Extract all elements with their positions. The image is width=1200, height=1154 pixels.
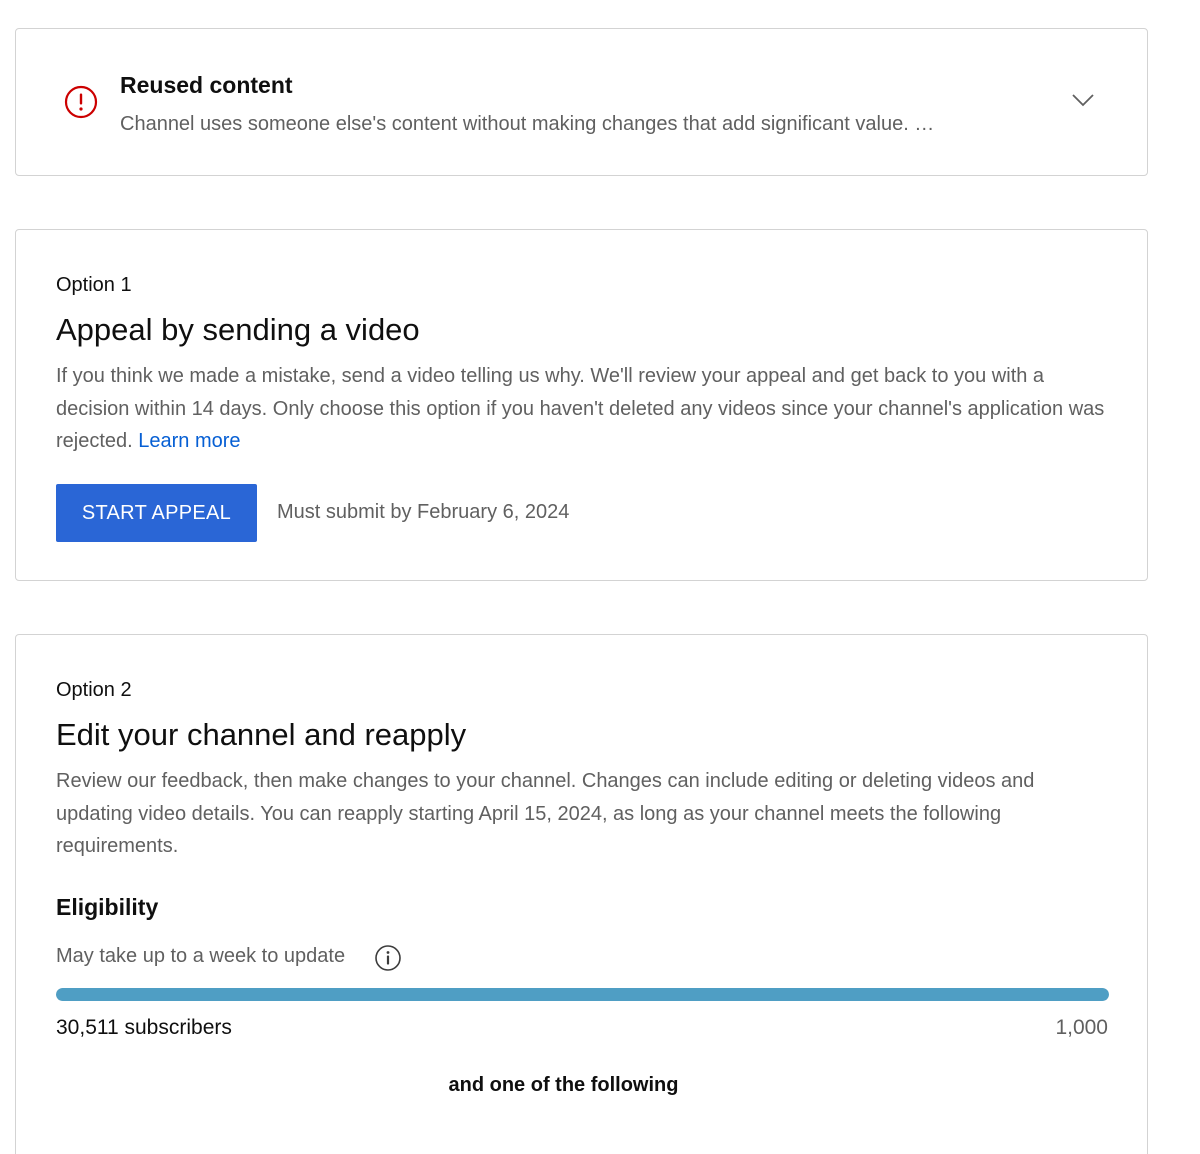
option-1-card: Option 1 Appeal by sending a video If yo… [15, 229, 1148, 581]
subscriber-progress-fill [56, 988, 1109, 1001]
eligibility-heading: Eligibility [56, 894, 159, 920]
subscriber-progress-bar [56, 988, 1109, 1001]
chevron-down-icon[interactable] [1071, 92, 1095, 108]
reused-content-card[interactable]: Reused content Channel uses someone else… [15, 28, 1148, 176]
appeal-deadline: Must submit by February 6, 2024 [277, 501, 570, 523]
learn-more-link[interactable]: Learn more [138, 430, 240, 452]
option-1-title: Appeal by sending a video [56, 312, 420, 347]
option-2-card: Option 2 Edit your channel and reapply R… [15, 634, 1148, 1154]
and-one-of-following: and one of the following [448, 1074, 679, 1096]
reused-content-title: Reused content [120, 72, 293, 98]
alert-circle-icon [64, 85, 98, 119]
option-1-label: Option 1 [56, 274, 132, 296]
subscriber-goal: 1,000 [1055, 1016, 1108, 1039]
info-icon[interactable] [374, 944, 402, 972]
reused-content-description: Channel uses someone else's content with… [120, 113, 935, 135]
subscriber-count: 30,511 subscribers [56, 1016, 232, 1039]
option-1-description: If you think we made a mistake, send a v… [56, 360, 1106, 458]
option-2-title: Edit your channel and reapply [56, 717, 467, 752]
eligibility-note: May take up to a week to update [56, 945, 346, 967]
start-appeal-button[interactable]: START APPEAL [56, 484, 257, 542]
option-2-description: Review our feedback, then make changes t… [56, 770, 1035, 857]
option-2-label: Option 2 [56, 679, 132, 701]
